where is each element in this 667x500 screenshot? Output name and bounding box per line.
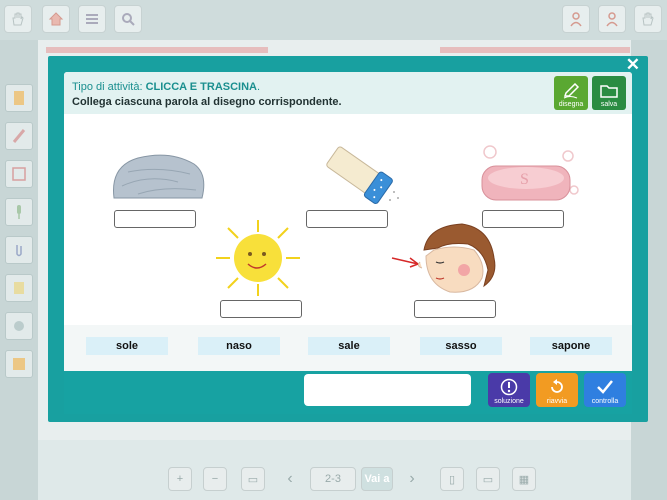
print-icon[interactable]: ▭ [241,467,265,491]
sun-drawing [210,216,306,305]
word-tile-sole[interactable]: sole [86,337,168,355]
pencil-draw-icon [563,83,580,99]
feedback-box [304,374,471,406]
svg-text:S: S [520,171,529,188]
stone-drawing [108,146,208,211]
face-nose-drawing [388,220,504,305]
save-button[interactable]: salva [592,76,626,110]
word-tile-sale[interactable]: sale [308,337,390,355]
checkmark-icon [597,380,613,394]
gallery-icon[interactable] [5,350,33,378]
folder-icon [600,85,618,98]
activity-type-line: Tipo di attività: CLICCA E TRASCINA. [72,81,261,93]
exercise-modal: ✕ Tipo di attività: CLICCA E TRASCINA. C… [48,56,648,422]
draw-button[interactable]: disegna [554,76,588,110]
search-icon[interactable] [114,5,142,33]
restart-button[interactable]: riavvia [536,373,578,407]
edit-doc-icon[interactable] [5,274,33,302]
grid-view-icon[interactable]: ▦ [512,467,536,491]
pencil-icon[interactable] [5,122,33,150]
page-navigation-bar: + − ▭ ‹ 2-3 Vai a › ▯ ▭ ▦ [38,455,631,500]
page-header-stripe-left [46,47,268,53]
hand-icon[interactable] [4,5,32,33]
exercise-panel: Tipo di attività: CLICCA E TRASCINA. Col… [64,72,632,414]
home-icon[interactable] [42,5,70,33]
exclamation-icon [500,378,518,396]
soap-drawing: S [472,142,582,213]
drop-zone-sun[interactable] [220,300,302,318]
paperclip-icon[interactable] [5,236,33,264]
salt-shaker-drawing [308,142,404,209]
prev-page-icon[interactable]: ‹ [278,467,302,491]
circle-tool-icon[interactable] [5,312,33,340]
drop-zone-salt[interactable] [306,210,388,228]
list-icon[interactable] [78,5,106,33]
solution-button[interactable]: soluzione [488,373,530,407]
bookmark-icon[interactable] [5,84,33,112]
hand-icon-right[interactable] [634,5,662,33]
task-instruction: Collega ciascuna parola al disegno corri… [72,96,342,108]
restart-icon [551,379,563,393]
zoom-out-icon[interactable]: − [203,467,227,491]
drop-zone-stone[interactable] [114,210,196,228]
instructions-header: Tipo di attività: CLICCA E TRASCINA. Col… [64,72,632,114]
student-icon[interactable] [598,5,626,33]
double-page-icon[interactable]: ▭ [476,467,500,491]
check-button[interactable]: controlla [584,373,626,407]
page-number-field[interactable]: 2-3 [310,467,356,491]
page-header-stripe-right [440,47,630,53]
next-page-icon[interactable]: › [400,467,424,491]
go-to-button[interactable]: Vai a [361,467,393,491]
teacher-icon[interactable] [562,5,590,33]
drop-zone-nose[interactable] [414,300,496,318]
close-icon[interactable]: ✕ [626,56,640,73]
microphone-icon[interactable] [5,198,33,226]
page-view-icon[interactable]: ▯ [440,467,464,491]
app-top-toolbar [0,0,667,40]
note-icon[interactable] [5,160,33,188]
zoom-in-icon[interactable]: + [168,467,192,491]
word-tile-sapone[interactable]: sapone [530,337,612,355]
word-tile-sasso[interactable]: sasso [420,337,502,355]
word-tile-naso[interactable]: naso [198,337,280,355]
left-tool-sidebar [0,40,38,500]
